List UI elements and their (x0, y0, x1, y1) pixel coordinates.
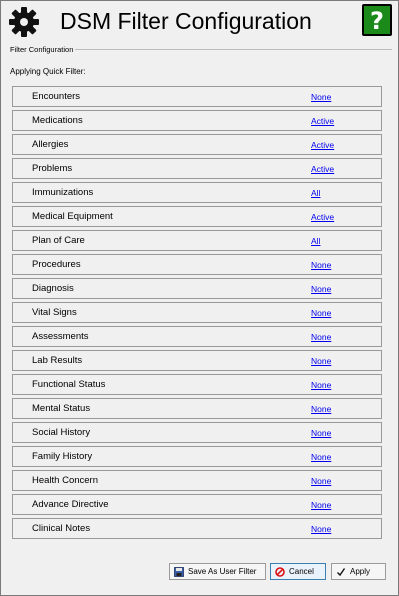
filter-row[interactable]: Advance Directive None (12, 494, 382, 515)
checkmark-icon (337, 567, 346, 576)
filter-status-link[interactable]: None (311, 332, 331, 342)
dsm-filter-window: DSM Filter Configuration ? Filter Config… (0, 0, 399, 596)
filter-label: Functional Status (32, 379, 106, 390)
filter-row[interactable]: Health Concern None (12, 470, 382, 491)
filter-label: Procedures (32, 259, 81, 270)
filter-row[interactable]: Family History None (12, 446, 382, 467)
filter-row[interactable]: Clinical Notes None (12, 518, 382, 539)
filter-status-link[interactable]: None (311, 260, 331, 270)
filter-row[interactable]: Vital Signs None (12, 302, 382, 323)
filter-label: Medical Equipment (32, 211, 113, 222)
header: DSM Filter Configuration ? (1, 1, 398, 41)
group-divider (75, 49, 392, 50)
filter-label: Clinical Notes (32, 523, 91, 534)
filter-status-link[interactable]: None (311, 476, 331, 486)
filter-status-link[interactable]: None (311, 380, 331, 390)
filter-status-link[interactable]: None (311, 92, 331, 102)
filter-row[interactable]: Medical Equipment Active (12, 206, 382, 227)
group-label: Filter Configuration (10, 45, 74, 54)
filter-row[interactable]: Lab Results None (12, 350, 382, 371)
filter-status-link[interactable]: Active (311, 140, 334, 150)
filter-row[interactable]: Assessments None (12, 326, 382, 347)
cancel-icon (275, 566, 285, 577)
filter-row[interactable]: Medications Active (12, 110, 382, 131)
apply-button[interactable]: Apply (331, 563, 386, 580)
filter-label: Health Concern (32, 475, 99, 486)
filter-label: Medications (32, 115, 83, 126)
filter-label: Assessments (32, 331, 89, 342)
filter-row[interactable]: Functional Status None (12, 374, 382, 395)
gear-icon (9, 7, 39, 37)
filter-label: Plan of Care (32, 235, 85, 246)
filter-status-link[interactable]: None (311, 284, 331, 294)
help-icon: ? (370, 7, 384, 34)
filter-row[interactable]: Encounters None (12, 86, 382, 107)
help-glyph: ? (370, 7, 384, 34)
filter-label: Diagnosis (32, 283, 74, 294)
filter-list: Encounters None Medications Active Allergies… (12, 86, 382, 542)
filter-status-link[interactable]: None (311, 404, 331, 414)
filter-status-link[interactable]: None (311, 356, 331, 366)
help-button[interactable]: ? (362, 4, 392, 36)
filter-status-link[interactable]: Active (311, 164, 334, 174)
filter-status-link[interactable]: Active (311, 116, 334, 126)
filter-row[interactable]: Problems Active (12, 158, 382, 179)
filter-status-link[interactable]: None (311, 524, 331, 534)
filter-status-link[interactable]: None (311, 428, 331, 438)
filter-label: Immunizations (32, 187, 94, 198)
page-title: DSM Filter Configuration (60, 8, 312, 34)
filter-row[interactable]: Allergies Active (12, 134, 382, 155)
filter-label: Lab Results (32, 355, 83, 366)
cancel-button[interactable]: Cancel (270, 563, 326, 580)
filter-label: Encounters (32, 91, 81, 102)
save-label: Save As User Filter (188, 567, 257, 576)
filter-label: Mental Status (32, 403, 91, 414)
filter-label: Family History (32, 451, 93, 462)
filter-label: Allergies (32, 139, 69, 150)
filter-status-link[interactable]: Active (311, 212, 334, 222)
filter-status-link[interactable]: All (311, 236, 320, 246)
apply-label: Apply (350, 567, 371, 576)
filter-label: Problems (32, 163, 73, 174)
save-as-user-filter-button[interactable]: Save As User Filter (169, 563, 266, 580)
filter-label: Vital Signs (32, 307, 77, 318)
filter-row[interactable]: Immunizations All (12, 182, 382, 203)
filter-status-link[interactable]: All (311, 188, 320, 198)
filter-row[interactable]: Diagnosis None (12, 278, 382, 299)
floppy-disk-icon (174, 566, 184, 577)
filter-status-link[interactable]: None (311, 308, 331, 318)
filter-row[interactable]: Social History None (12, 422, 382, 443)
filter-row[interactable]: Mental Status None (12, 398, 382, 419)
filter-label: Advance Directive (32, 499, 109, 510)
filter-label: Social History (32, 427, 91, 438)
quick-filter-label: Applying Quick Filter: (10, 67, 86, 76)
filter-status-link[interactable]: None (311, 452, 331, 462)
cancel-label: Cancel (289, 567, 314, 576)
filter-row[interactable]: Procedures None (12, 254, 382, 275)
filter-status-link[interactable]: None (311, 500, 331, 510)
filter-row[interactable]: Plan of Care All (12, 230, 382, 251)
